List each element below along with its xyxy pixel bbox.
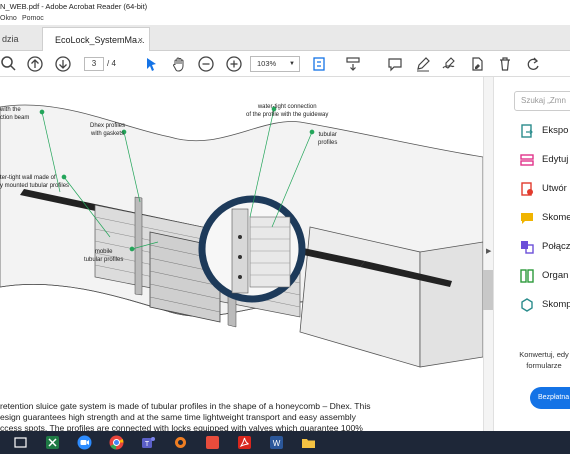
edit-pdf-icon <box>520 154 534 166</box>
create-pdf-icon <box>521 182 533 196</box>
taskbar: T W <box>0 431 570 454</box>
hand-tool-icon[interactable] <box>170 55 188 73</box>
acrobat-icon[interactable] <box>236 434 253 451</box>
tab-home[interactable]: dzia <box>0 27 40 51</box>
onedrive-icon[interactable] <box>172 434 189 451</box>
document-view[interactable]: with the ction beam Dhex profiles with gas… <box>0 77 483 431</box>
tool-label: Połącz <box>542 241 570 252</box>
zoom-level-value: 103% <box>257 59 277 68</box>
tab-document[interactable]: EcoLock_SystemMa... × <box>42 27 150 51</box>
highlight-pen-icon[interactable] <box>414 55 432 73</box>
fill-sign-icon[interactable] <box>468 55 486 73</box>
organize-pages-icon <box>520 269 534 283</box>
scroll-mode-icon[interactable] <box>344 55 362 73</box>
zoom-level-select[interactable]: 103% ▼ <box>250 56 300 72</box>
menu-item-help[interactable]: Pomoc <box>22 15 44 22</box>
menu-bar: Okno Pomoc <box>0 14 570 25</box>
compress-pdf-icon <box>521 298 533 312</box>
word-icon[interactable]: W <box>268 434 285 451</box>
combine-files-icon <box>521 241 534 254</box>
tool-label: Skome <box>542 212 570 223</box>
tool-label: Utwór <box>542 183 567 194</box>
chevron-right-icon: ▶ <box>486 248 492 255</box>
tab-home-label: dzia <box>2 34 19 44</box>
page-total: / 4 <box>107 59 116 68</box>
export-pdf-icon <box>521 124 533 138</box>
free-trial-button[interactable]: Bezpłatna <box>530 387 570 409</box>
chevron-down-icon: ▼ <box>289 61 295 67</box>
window-title: N_WEB.pdf - Adobe Acrobat Reader (64-bit… <box>0 2 148 11</box>
tool-label: Edytuj <box>542 154 569 165</box>
fit-page-icon[interactable] <box>310 55 328 73</box>
callout-watertight-connection: water-tight connection of the profile wit… <box>246 104 329 118</box>
tab-bar: dzia EcoLock_SystemMa... × <box>0 25 570 51</box>
zoom-icon[interactable] <box>76 434 93 451</box>
body-text-line: ccess spots. The profiles are connected … <box>0 423 363 431</box>
callout-tubular-profiles: tubular profiles <box>318 132 338 146</box>
office-icon[interactable] <box>204 434 221 451</box>
comment-icon <box>521 213 533 224</box>
menu-item-window[interactable]: Okno <box>0 15 17 22</box>
comment-icon[interactable] <box>386 55 404 73</box>
sign-icon[interactable] <box>440 55 458 73</box>
callout-connection-beam: with the ction beam <box>0 107 30 121</box>
rotate-icon[interactable] <box>524 55 542 73</box>
scrollbar-thumb[interactable] <box>483 270 493 310</box>
close-tab-icon[interactable]: × <box>138 28 143 52</box>
chrome-icon[interactable] <box>108 434 125 451</box>
body-text-line: retention sluice gate system is made of … <box>0 401 371 411</box>
delete-icon[interactable] <box>496 55 514 73</box>
tab-document-label: EcoLock_SystemMa... <box>55 35 145 45</box>
select-cursor-icon[interactable] <box>142 55 160 73</box>
sluice-gate-illustration <box>0 104 483 368</box>
panel-collapse-handle[interactable]: ▶ <box>483 77 493 431</box>
teams-icon[interactable]: T <box>140 434 157 451</box>
previous-page-icon[interactable] <box>26 55 44 73</box>
excel-icon[interactable] <box>44 434 61 451</box>
tools-panel: Szukaj „Zmn Ekspo Edytuj Utwór Skome Poł… <box>493 77 570 431</box>
callout-mobile-profiles: mobile tubular profiles <box>84 249 124 263</box>
tool-label: Organ <box>542 270 569 281</box>
zoom-search-icon[interactable] <box>0 55 18 73</box>
svg-text:W: W <box>273 439 281 448</box>
callout-watertight-wall: ter-tight wall made of y mounted tubular … <box>0 175 70 189</box>
file-explorer-icon[interactable] <box>300 434 317 451</box>
promo-text: Konwertuj, edy formularze <box>519 350 569 370</box>
page-number-input[interactable]: 3 <box>84 57 104 71</box>
body-text-line: esign guarantees high strength and at th… <box>0 412 356 422</box>
zoom-in-icon[interactable] <box>225 55 243 73</box>
task-view-icon[interactable] <box>12 434 29 451</box>
callout-dhex-profiles: Dhex profiles with gaskets <box>90 123 126 137</box>
svg-text:T: T <box>145 441 150 448</box>
next-page-icon[interactable] <box>54 55 72 73</box>
body-text: retention sluice gate system is made of … <box>0 401 483 431</box>
tool-label: Ekspo <box>542 125 569 136</box>
tool-label: Skomp <box>542 299 570 310</box>
tools-search-input[interactable]: Szukaj „Zmn <box>514 91 570 111</box>
zoom-out-icon[interactable] <box>197 55 215 73</box>
title-bar: N_WEB.pdf - Adobe Acrobat Reader (64-bit… <box>0 0 570 14</box>
